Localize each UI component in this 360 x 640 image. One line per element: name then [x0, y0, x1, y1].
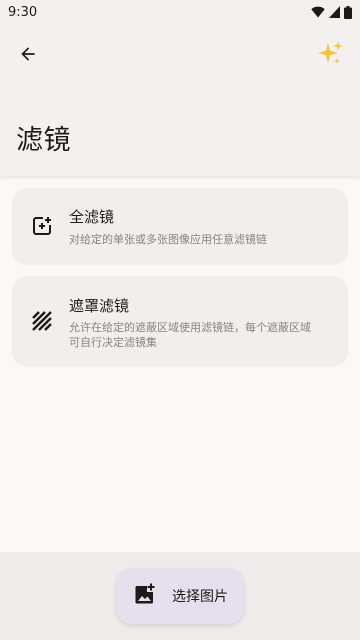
page-title: 滤镜 — [16, 125, 71, 156]
sparkles-icon — [315, 39, 345, 73]
bottom-bar: 选择图片 — [0, 552, 360, 640]
status-bar: 9:30 — [0, 0, 360, 24]
full-filter-card[interactable]: 全滤镜 对给定的单张或多张图像应用任意滤镜链 — [12, 188, 348, 264]
status-icons — [311, 5, 352, 19]
card-subtitle: 允许在给定的遮蔽区域使用滤镜链，每个遮蔽区域可自行决定滤镜集 — [69, 321, 311, 349]
top-app-bar: 滤镜 — [0, 24, 360, 176]
status-time: 9:30 — [8, 4, 38, 20]
wifi-icon — [311, 6, 325, 18]
mask-filter-card[interactable]: 遮罩滤镜 允许在给定的遮蔽区域使用滤镜链，每个遮蔽区域可自行决定滤镜集 — [12, 276, 348, 366]
mask-stripes-icon — [30, 309, 54, 333]
back-arrow-icon — [18, 44, 38, 68]
back-button[interactable] — [8, 36, 48, 76]
add-photo-icon — [134, 583, 156, 609]
cell-signal-icon — [329, 6, 340, 18]
screen: 9:30 滤镜 全滤镜 对给定的单张或多张图像应用任意滤镜链 遮罩滤镜 允许在给… — [0, 0, 360, 640]
card-title: 全滤镜 — [69, 208, 115, 226]
card-subtitle: 对给定的单张或多张图像应用任意滤镜链 — [69, 233, 267, 246]
pick-image-label: 选择图片 — [172, 589, 228, 605]
card-title: 遮罩滤镜 — [69, 297, 130, 315]
sparkle-button[interactable] — [310, 36, 350, 76]
battery-icon — [344, 5, 352, 19]
pick-image-button[interactable]: 选择图片 — [116, 568, 244, 624]
add-filter-icon — [30, 214, 54, 238]
